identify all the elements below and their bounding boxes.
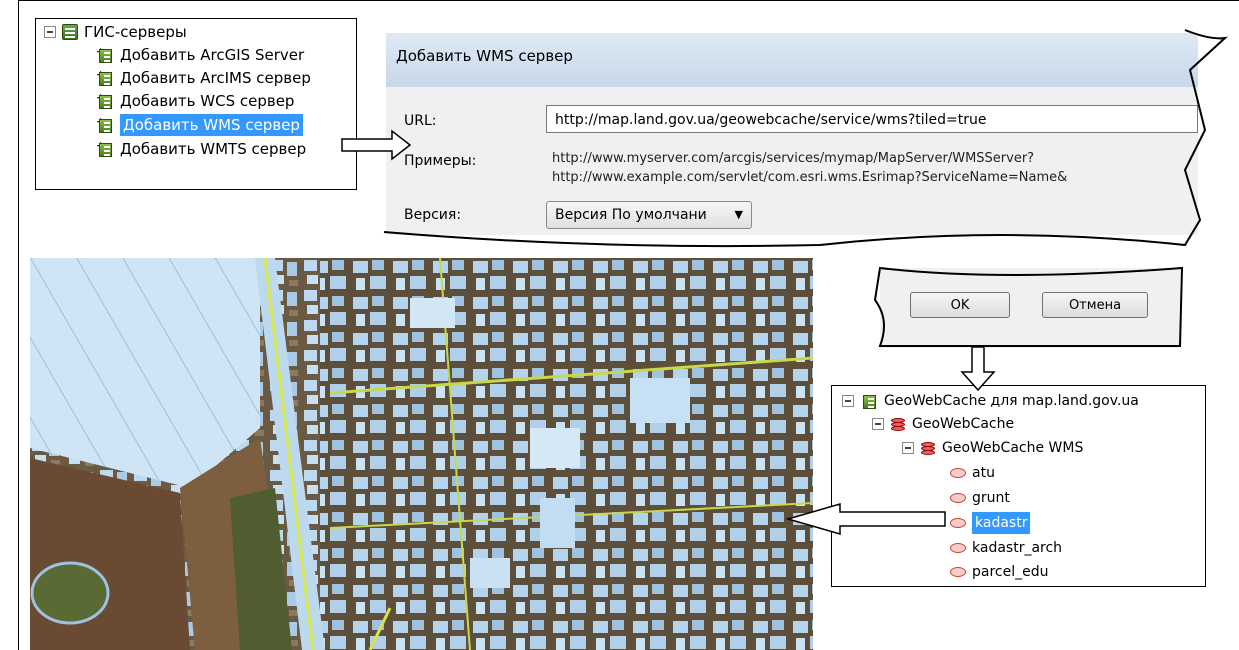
torn-edge-buttons — [873, 266, 1184, 347]
arrow-left-icon — [785, 503, 946, 535]
annotation-overlay — [341, 29, 1229, 535]
arrow-right-icon — [341, 129, 412, 161]
arrow-down-icon — [960, 346, 996, 392]
torn-edge-dialog — [383, 29, 1229, 248]
